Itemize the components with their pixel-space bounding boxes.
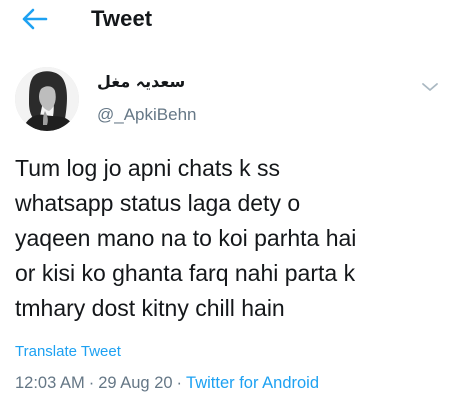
- display-name[interactable]: سعدیہ مغل: [97, 72, 185, 91]
- chevron-down-icon: [422, 83, 438, 91]
- user-handle[interactable]: @_ApkiBehn: [97, 105, 197, 125]
- page-title: Tweet: [91, 6, 153, 31]
- back-button[interactable]: [18, 4, 52, 34]
- more-options-button[interactable]: [418, 78, 442, 96]
- arrow-left-icon: [22, 8, 48, 30]
- top-app-bar: Tweet: [0, 0, 450, 43]
- tweet-text: Tum log jo apni chats k ss whatsapp stat…: [15, 155, 357, 321]
- tweet-source-link[interactable]: Twitter for Android: [186, 374, 319, 392]
- tweet-meta: 12:03 AM · 29 Aug 20 · Twitter for Android: [15, 374, 319, 393]
- meta-separator: ·: [88, 374, 95, 392]
- tweet-detail-screen: Tweet سعدیہ مغل @_ApkiBehn Tum log jo ap…: [0, 0, 450, 407]
- profile-photo-icon: [15, 67, 79, 131]
- meta-separator: ·: [176, 374, 183, 392]
- tweet-date: 29 Aug 20: [98, 374, 173, 392]
- header-divider: [0, 42, 450, 43]
- avatar[interactable]: [15, 67, 79, 131]
- translate-tweet-link[interactable]: Translate Tweet: [15, 343, 121, 360]
- tweet-time: 12:03 AM: [15, 374, 85, 392]
